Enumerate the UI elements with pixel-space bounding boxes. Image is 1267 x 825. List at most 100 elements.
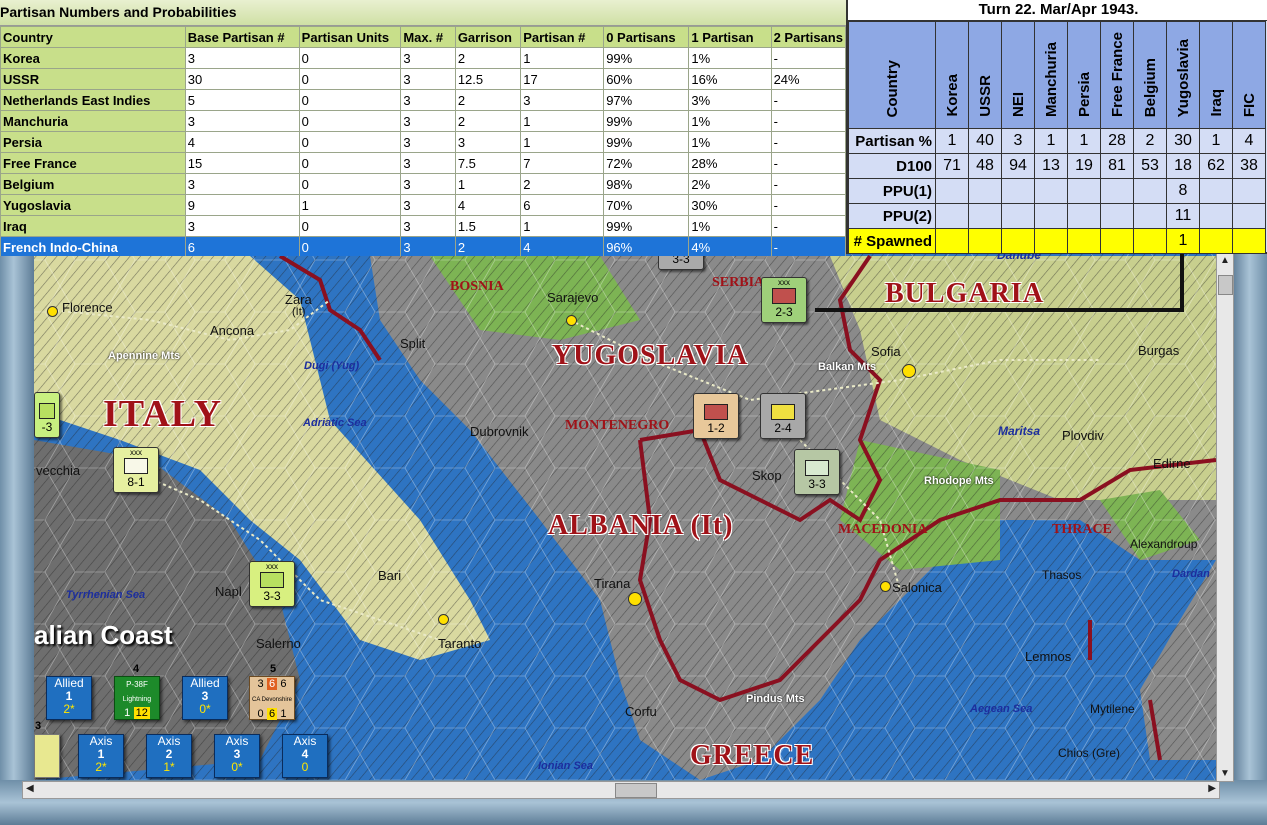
column-header[interactable]: 1 Partisan [688,26,772,48]
summary-cell [1001,228,1035,254]
horizontal-scrollbar[interactable]: ◀ ▶ [22,781,1220,799]
axis-box-1[interactable]: Axis 1 2* [78,734,124,778]
city-marker [880,581,891,592]
table-row[interactable]: Belgium 3 0 3 1 2 98% 2% - [0,173,846,195]
column-header[interactable]: Country [0,26,186,48]
table-cell: 3 [400,131,456,153]
naval-unit-counter[interactable]: 3 6 6 CA Devonshire 0 6 1 [249,676,295,720]
table-row[interactable]: USSR 30 0 3 12.5 17 60% 16% 24% [0,68,846,90]
column-header[interactable]: Partisan # [520,26,605,48]
summary-cell [1232,203,1266,229]
mountains-rhodope: Rhodope Mts [924,475,994,487]
naval-unit-count: 5 [270,663,277,675]
table-cell: 3 [400,68,456,90]
table-row[interactable]: Netherlands East Indies 5 0 3 2 3 97% 3% - [0,89,846,111]
table-row[interactable]: Manchuria 3 0 3 2 1 99% 1% - [0,110,846,132]
unit-counter[interactable]: xxx 8-1 [113,447,159,493]
air-unit-counter[interactable]: P-38F Lightning 1 12 [114,676,160,720]
unit-counter[interactable]: -3 [34,392,60,438]
table-cell: 24% [770,68,846,90]
axis-box-4[interactable]: Axis 4 0 [282,734,328,778]
table-cell: 2 [454,236,522,256]
table-cell: 6 [520,194,605,216]
table-row[interactable]: Yugoslavia 9 1 3 4 6 70% 30% - [0,194,846,216]
table-cell: 0 [298,173,402,195]
column-header[interactable]: 0 Partisans [603,26,690,48]
row-label: D100 [848,153,936,179]
column-header[interactable]: Base Partisan # [184,26,300,48]
country-name: USSR [976,75,994,117]
unit-counter[interactable]: 1-2 [693,393,739,439]
scroll-up-icon[interactable]: ▲ [1220,255,1230,266]
box-number: 4 [301,747,309,761]
allied-box-1[interactable]: Allied 1 2* [46,676,92,720]
naval-bm: 6 [266,708,278,720]
city-marker [566,315,577,326]
table-row[interactable]: Persia 4 0 3 3 1 99% 1% - [0,131,846,153]
vertical-scroll-thumb[interactable] [1218,275,1233,295]
box-number: 1 [97,747,105,761]
vertical-scrollbar[interactable]: ▲ ▼ [1216,252,1234,782]
country-column-header: Yugoslavia [1166,21,1200,129]
table-row[interactable]: Iraq 3 0 3 1.5 1 99% 1% - [0,215,846,237]
unit-counter[interactable]: xxx 3-3 [249,561,295,607]
table-row[interactable]: French Indo-China 6 0 3 2 4 96% 4% - [0,236,846,256]
country-label-bulgaria: BULGARIA [885,278,1044,309]
city-taranto: Taranto [438,636,482,651]
column-header[interactable]: Garrison [454,26,522,48]
table-cell: 0 [298,68,402,90]
allied-box-3[interactable]: Allied 3 0* [182,676,228,720]
summary-row: # Spawned 1 [848,228,1266,254]
summary-cell [1067,228,1101,254]
table-row[interactable]: Free France 15 0 3 7.5 7 72% 28% - [0,152,846,174]
table-row[interactable]: Korea 3 0 3 2 1 99% 1% - [0,47,846,69]
row-label: Partisan % [848,128,936,154]
table-cell: 7 [520,152,605,174]
table-cell: 1 [520,47,605,69]
table-cell: - [770,47,846,69]
turn-title: Turn 22. Mar/Apr 1943. [848,0,1267,21]
table-cell: 1 [520,131,605,153]
row-country: USSR [0,68,186,90]
horizontal-scroll-thumb[interactable] [615,783,657,798]
box-number: 2 [165,747,173,761]
summary-cell: 53 [1133,153,1167,179]
unit-counter[interactable]: 2-4 [760,393,806,439]
unit-counter-partial[interactable] [34,734,60,778]
unit-symbol-icon [772,288,796,304]
column-header[interactable]: Partisan Units [298,26,402,48]
table-cell: 2% [688,173,772,195]
city-marker [438,614,449,625]
sea-adriatic: Adriatic Sea [303,417,367,429]
city-split: Split [400,336,426,351]
unit-symbol-icon [124,458,148,474]
table-cell: 0 [298,89,402,111]
box-label: Allied [54,676,84,690]
unit-counter[interactable]: xxx 2-3 [761,277,807,323]
table-cell: 2 [520,173,605,195]
city-plovdiv: Plovdiv [1062,428,1104,443]
scroll-right-icon[interactable]: ▶ [1208,783,1216,794]
table-cell: 1% [688,47,772,69]
country-column-header: Persia [1067,21,1101,129]
scroll-left-icon[interactable]: ◀ [26,783,34,794]
summary-cell [935,178,969,204]
city-salonica: Salonica [892,580,942,595]
strait-dardanelles: Dardan [1172,568,1210,580]
unit-symbol-icon [805,460,829,476]
summary-cell: 1 [1166,228,1200,254]
partisan-table: Country Base Partisan # Partisan Units Max.… [0,26,846,256]
unit-strength: 3-3 [263,589,281,603]
scroll-down-icon[interactable]: ▼ [1220,768,1230,779]
table-cell: 1% [688,110,772,132]
table-cell: 12.5 [454,68,522,90]
country-column-header: Korea [935,21,969,129]
region-label-serbia: SERBIA [712,275,765,290]
unit-counter[interactable]: 3-3 [794,449,840,495]
axis-box-3[interactable]: Axis 3 0* [214,734,260,778]
column-header[interactable]: Max. # [400,26,456,48]
column-header[interactable]: 2 Partisans [770,26,846,48]
table-cell: 1% [688,215,772,237]
axis-box-2[interactable]: Axis 2 1* [146,734,192,778]
box-sub: 0* [199,702,211,716]
